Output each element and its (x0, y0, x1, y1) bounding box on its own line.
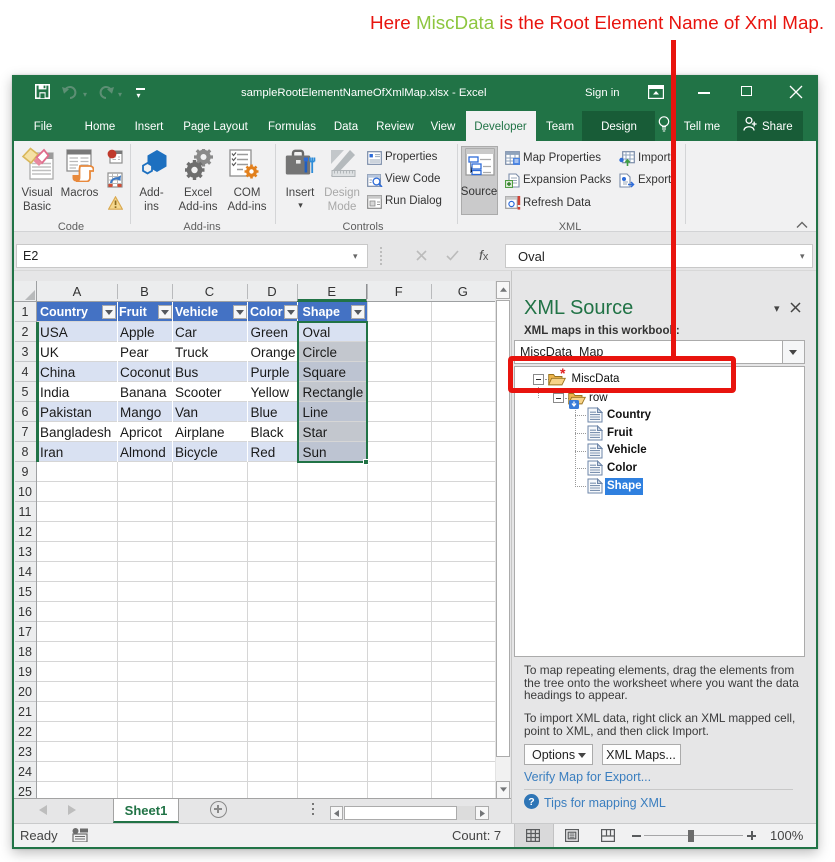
svg-text:?: ? (528, 796, 534, 808)
